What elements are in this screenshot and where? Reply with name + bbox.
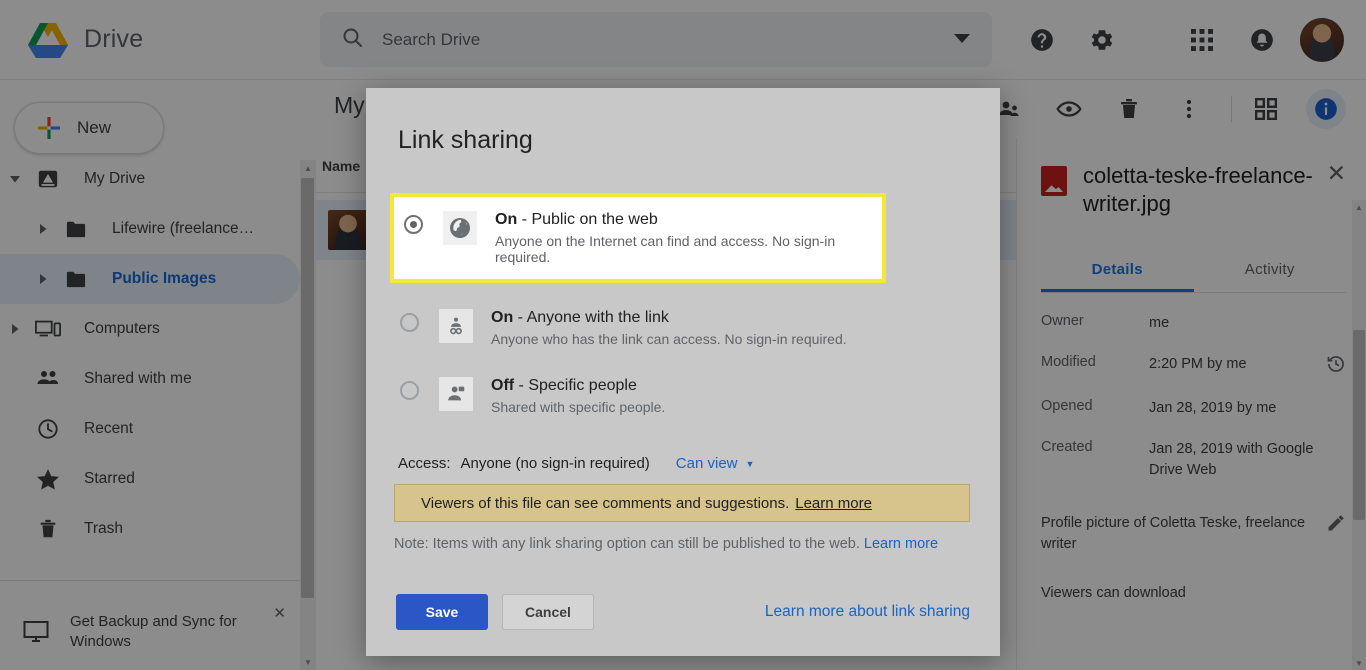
- option-title-line: Off - Specific people: [491, 377, 665, 395]
- note-learn-more-link[interactable]: Learn more: [864, 536, 938, 552]
- option-text: On - Anyone with the link Anyone who has…: [491, 309, 847, 347]
- option-dash: -: [513, 309, 527, 326]
- link-sharing-option-public[interactable]: On - Public on the web Anyone on the Int…: [396, 199, 896, 277]
- chevron-down-icon: ▼: [745, 458, 755, 469]
- link-sharing-dialog: Link sharing On - Public on the web Anyo…: [366, 88, 1000, 656]
- permission-dropdown[interactable]: Can view ▼: [676, 455, 755, 472]
- viewers-warning-text: Viewers of this file can see comments an…: [421, 494, 790, 512]
- learn-more-about-link-sharing-link[interactable]: Learn more about link sharing: [765, 603, 970, 621]
- person-link-icon: [439, 309, 473, 343]
- option-subtitle: Shared with specific people.: [491, 399, 666, 415]
- google-drive-window: Drive Search Drive New My Drive Lifewire…: [0, 0, 1366, 670]
- publish-note-text: Note: Items with any link sharing option…: [394, 536, 860, 552]
- option-title-line: On - Public on the web: [495, 211, 886, 229]
- option-text: Off - Specific people Shared with specif…: [491, 377, 665, 415]
- option-title: Anyone with the link: [526, 309, 669, 326]
- access-value: Anyone (no sign-in required): [460, 455, 650, 472]
- option-subtitle: Anyone on the Internet can find and acce…: [495, 233, 836, 265]
- access-label: Access:: [398, 455, 451, 472]
- option-state-label: On: [491, 309, 514, 326]
- radio-anyone-with-link[interactable]: [400, 313, 419, 332]
- globe-icon: [443, 211, 477, 245]
- link-sharing-option-anyone-with-link[interactable]: On - Anyone with the link Anyone who has…: [392, 297, 892, 359]
- link-sharing-option-public-highlight: On - Public on the web Anyone on the Int…: [390, 193, 886, 283]
- option-subtitle: Anyone who has the link can access. No s…: [491, 331, 847, 347]
- option-dash: -: [517, 211, 532, 228]
- dialog-footer: Save Cancel Learn more about link sharin…: [366, 568, 1000, 656]
- warning-learn-more-link[interactable]: Learn more: [795, 495, 872, 512]
- option-state-label: On: [495, 211, 518, 228]
- option-state-label: Off: [491, 377, 515, 394]
- option-dash: -: [514, 377, 529, 394]
- radio-specific-people[interactable]: [400, 381, 419, 400]
- radio-public-on-web[interactable]: [404, 215, 423, 234]
- option-title-line: On - Anyone with the link: [491, 309, 847, 327]
- cancel-button[interactable]: Cancel: [502, 594, 594, 630]
- option-text: On - Public on the web Anyone on the Int…: [495, 211, 886, 265]
- link-sharing-option-specific-people[interactable]: Off - Specific people Shared with specif…: [392, 365, 892, 427]
- dialog-title: Link sharing: [398, 126, 533, 154]
- save-button[interactable]: Save: [396, 594, 488, 630]
- access-row: Access: Anyone (no sign-in required) Can…: [398, 455, 1000, 472]
- viewers-warning-banner: Viewers of this file can see comments an…: [394, 484, 970, 522]
- option-title: Public on the web: [531, 211, 658, 228]
- publish-note: Note: Items with any link sharing option…: [394, 536, 980, 552]
- person-lock-icon: [439, 377, 473, 411]
- option-title: Specific people: [528, 377, 637, 394]
- permission-label: Can view: [675, 455, 738, 472]
